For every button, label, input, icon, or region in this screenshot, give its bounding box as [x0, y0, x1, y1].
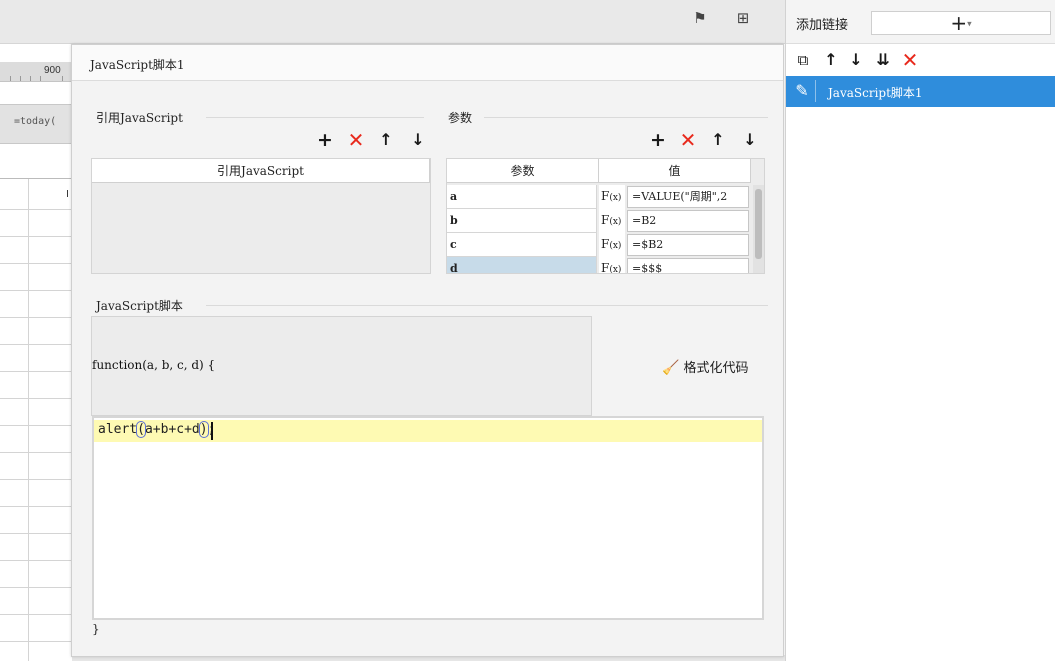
- column-char: I: [66, 189, 69, 200]
- formula-fx-icon[interactable]: F(x): [599, 209, 625, 233]
- params-name-header: 参数: [447, 159, 599, 183]
- params-down-button[interactable]: ↓: [741, 131, 759, 149]
- params-up-button[interactable]: ↑: [709, 131, 727, 149]
- ref-js-column-header: 引用JavaScript: [92, 159, 430, 183]
- ruler-number: 900: [44, 65, 61, 76]
- layout-icon[interactable]: ⊞: [733, 8, 753, 28]
- param-value-field[interactable]: =$$$: [627, 258, 749, 273]
- ref-js-delete-button[interactable]: ✕: [347, 130, 365, 150]
- ref-js-up-button[interactable]: ↑: [377, 131, 395, 149]
- top-toolbar: ⚑ ⊞: [0, 0, 785, 44]
- app-window: ⚑ ⊞ 900 =today( I JavaScript脚本1 引用JavaSc…: [0, 0, 1055, 661]
- param-name: a: [447, 185, 597, 209]
- ref-js-table[interactable]: 引用JavaScript: [91, 158, 431, 274]
- param-value-field[interactable]: =$B2: [627, 234, 749, 256]
- spreadsheet-grid[interactable]: I: [0, 178, 72, 661]
- dialog-title: JavaScript脚本1: [90, 58, 185, 72]
- code-editor[interactable]: alert(a+b+c+d);: [92, 416, 764, 620]
- formula-fx-icon[interactable]: F(x): [599, 185, 625, 209]
- up-arrow-icon[interactable]: ↑: [822, 51, 840, 69]
- formula-bar[interactable]: =today(: [0, 104, 72, 144]
- formula-fx-icon[interactable]: F(x): [599, 257, 625, 273]
- formula-fx-icon[interactable]: F(x): [599, 233, 625, 257]
- broom-icon: 🧹: [662, 359, 680, 375]
- link-list-item[interactable]: ✎ JavaScript脚本1: [786, 76, 1055, 107]
- text-caret: [211, 422, 213, 440]
- down-arrow-icon[interactable]: ↓: [847, 51, 865, 69]
- params-scrollbar[interactable]: [753, 185, 764, 273]
- params-label: 参数: [448, 111, 473, 125]
- ref-js-label: 引用JavaScript: [96, 111, 183, 125]
- flag-icon[interactable]: ⚑: [690, 8, 710, 28]
- param-row[interactable]: a F(x) =VALUE("周期",2: [447, 185, 751, 209]
- pencil-icon: ✎: [795, 81, 809, 100]
- copy-icon[interactable]: ⧉: [794, 51, 812, 69]
- ruler: 900: [0, 62, 72, 82]
- delete-icon[interactable]: ✕: [901, 50, 919, 70]
- param-row[interactable]: b F(x) =B2: [447, 209, 751, 233]
- function-footer-text: }: [92, 622, 100, 636]
- link-panel-header: 添加链接 +▾: [786, 0, 1055, 44]
- function-header-text: function(a, b, c, d) {: [92, 358, 216, 372]
- code-line: alert(a+b+c+d);: [98, 421, 215, 438]
- link-item-label: JavaScript脚本1: [828, 86, 923, 100]
- link-panel: 添加链接 +▾ ⧉ ↑ ↓ ⇊ ✕ ✎ JavaScript脚本1: [785, 0, 1055, 661]
- chevron-down-icon: ▾: [967, 19, 972, 30]
- link-toolbar: ⧉ ↑ ↓ ⇊ ✕: [786, 46, 1055, 74]
- params-value-header: 值: [599, 159, 751, 183]
- dialog-title-bar: JavaScript脚本1: [72, 45, 783, 81]
- param-row[interactable]: c F(x) =$B2: [447, 233, 751, 257]
- params-table[interactable]: 参数 值 a F(x) =VALUE("周期",2 b F(x) =B2 c F…: [446, 158, 765, 274]
- javascript-dialog: JavaScript脚本1 引用JavaScript + ✕ ↑ ↓ 引用Jav…: [71, 44, 784, 657]
- param-name: b: [447, 209, 597, 233]
- param-name: d: [447, 257, 597, 273]
- add-link-button[interactable]: +▾: [871, 11, 1051, 35]
- add-link-label: 添加链接: [796, 17, 849, 32]
- sort-down-icon[interactable]: ⇊: [874, 51, 892, 69]
- ref-js-down-button[interactable]: ↓: [409, 131, 427, 149]
- param-name: c: [447, 233, 597, 257]
- formula-text: =today(: [14, 116, 57, 127]
- script-label: JavaScript脚本: [96, 299, 183, 313]
- ref-js-add-button[interactable]: +: [316, 131, 334, 150]
- param-value-field[interactable]: =VALUE("周期",2: [627, 186, 749, 208]
- params-delete-button[interactable]: ✕: [679, 130, 697, 150]
- param-value-field[interactable]: =B2: [627, 210, 749, 232]
- param-row-selected[interactable]: d F(x) =$$$: [447, 257, 751, 273]
- params-add-button[interactable]: +: [649, 131, 667, 150]
- format-code-button[interactable]: 🧹 格式化代码: [662, 357, 748, 377]
